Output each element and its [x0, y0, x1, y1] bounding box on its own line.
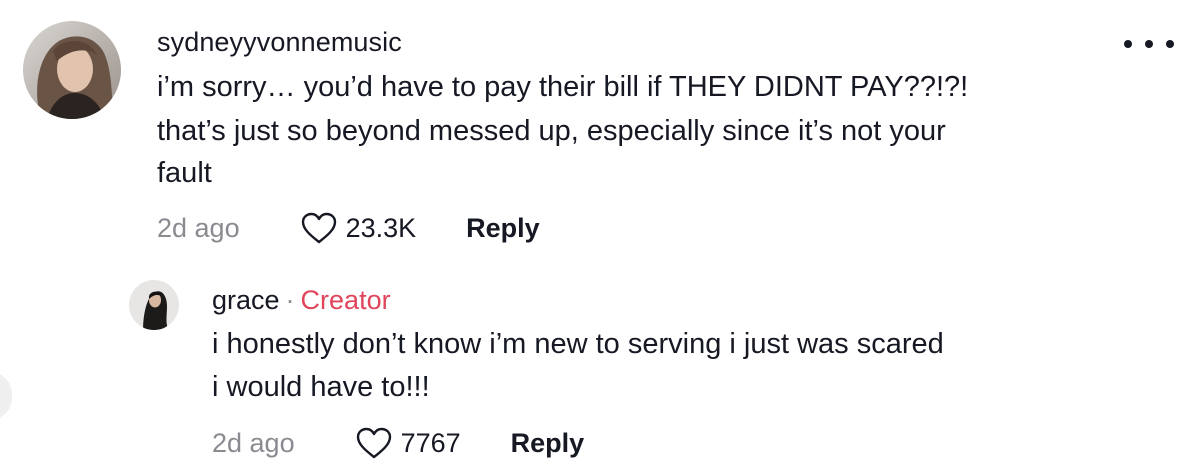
- creator-badge: Creator: [300, 285, 391, 315]
- reply-text-line: i would have to!!!: [212, 371, 430, 403]
- more-options-button[interactable]: [1124, 30, 1174, 58]
- reply-username[interactable]: grace: [212, 285, 280, 315]
- comment-text-line: i’m sorry… you’d have to pay their bill …: [157, 71, 969, 103]
- comment-thread: sydneyyvonnemusic i’m sorry… you’d have …: [0, 0, 1200, 468]
- comment-meta: 2d ago 23.3K Reply: [157, 208, 540, 248]
- commenter-avatar[interactable]: [23, 21, 121, 119]
- comment-text-line: that’s just so beyond messed up, especia…: [157, 115, 946, 147]
- reply-reply-button[interactable]: Reply: [511, 428, 585, 459]
- username-separator: ·: [285, 285, 295, 315]
- reply-meta: 2d ago 7767 Reply: [212, 423, 584, 463]
- reply-like-count: 7767: [400, 427, 461, 458]
- like-button[interactable]: 23.3K: [300, 211, 417, 245]
- reply-text-line: i honestly don’t know i’m new to serving…: [212, 328, 944, 360]
- more-options-icon: [1124, 40, 1132, 48]
- reply-button[interactable]: Reply: [466, 213, 540, 244]
- more-options-dot: [1166, 40, 1174, 48]
- reply-timestamp: 2d ago: [212, 427, 295, 458]
- heart-icon[interactable]: [300, 211, 338, 245]
- scroll-edge-handle: [0, 372, 12, 420]
- comment-text-line: fault: [157, 157, 212, 189]
- reply-header: grace · Creator: [212, 285, 391, 316]
- heart-icon[interactable]: [355, 426, 393, 460]
- like-count: 23.3K: [345, 212, 417, 243]
- creator-avatar[interactable]: [129, 280, 179, 330]
- more-options-dot: [1145, 40, 1153, 48]
- reply-like-button[interactable]: 7767: [355, 426, 461, 460]
- comment-timestamp: 2d ago: [157, 212, 240, 243]
- commenter-username[interactable]: sydneyyvonnemusic: [157, 27, 402, 58]
